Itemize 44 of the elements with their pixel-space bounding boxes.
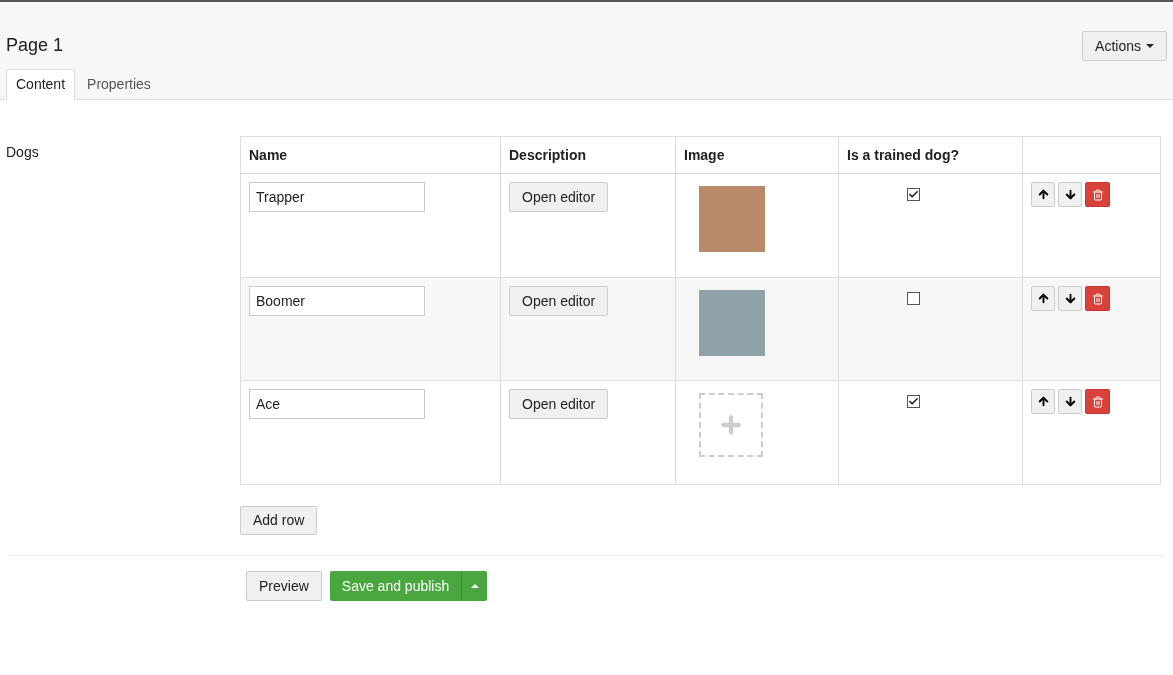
checkbox[interactable] bbox=[907, 395, 920, 408]
publish-options-button[interactable] bbox=[462, 571, 488, 601]
delete-button[interactable] bbox=[1085, 286, 1110, 311]
move-down-button[interactable] bbox=[1058, 286, 1082, 311]
plus-icon bbox=[718, 412, 744, 438]
checkbox[interactable] bbox=[907, 292, 920, 305]
caret-up-icon bbox=[470, 584, 479, 588]
arrow-down-icon bbox=[1063, 188, 1077, 201]
trash-icon bbox=[1091, 188, 1104, 201]
move-up-button[interactable] bbox=[1031, 389, 1055, 414]
arrow-down-icon bbox=[1063, 292, 1077, 305]
delete-button[interactable] bbox=[1085, 389, 1110, 414]
check-icon bbox=[908, 396, 919, 407]
open-editor-button[interactable]: Open editor bbox=[509, 182, 609, 212]
check-icon bbox=[908, 189, 919, 200]
preview-button[interactable]: Preview bbox=[246, 571, 322, 601]
trash-icon bbox=[1091, 292, 1104, 305]
arrow-up-icon bbox=[1036, 395, 1050, 408]
actions-button[interactable]: Actions bbox=[1082, 31, 1167, 61]
column-header: Image bbox=[684, 146, 725, 163]
tab[interactable]: Content bbox=[6, 69, 76, 100]
name-input[interactable]: Boomer bbox=[249, 286, 425, 316]
add-row-button[interactable]: Add row bbox=[240, 506, 318, 535]
name-input[interactable]: Trapper bbox=[249, 182, 425, 212]
column-header: Is a trained dog? bbox=[847, 146, 959, 163]
field-label: Dogs bbox=[5, 143, 40, 162]
move-down-button[interactable] bbox=[1058, 182, 1082, 207]
move-down-button[interactable] bbox=[1058, 389, 1082, 414]
trash-icon bbox=[1091, 395, 1104, 408]
column-header: Name bbox=[249, 146, 288, 163]
tab[interactable]: Properties bbox=[75, 69, 163, 100]
delete-button[interactable] bbox=[1085, 182, 1110, 207]
caret-icon bbox=[1146, 44, 1154, 48]
checkbox[interactable] bbox=[907, 188, 920, 201]
open-editor-button[interactable]: Open editor bbox=[509, 389, 609, 419]
arrow-down-icon bbox=[1063, 395, 1077, 408]
column-header: Description bbox=[509, 146, 586, 163]
open-editor-button[interactable]: Open editor bbox=[509, 286, 609, 316]
move-up-button[interactable] bbox=[1031, 182, 1055, 207]
arrow-up-icon bbox=[1036, 188, 1050, 201]
page-title: Page 1 bbox=[6, 34, 64, 57]
arrow-up-icon bbox=[1036, 292, 1050, 305]
move-up-button[interactable] bbox=[1031, 286, 1055, 311]
name-input[interactable]: Ace bbox=[249, 389, 425, 419]
